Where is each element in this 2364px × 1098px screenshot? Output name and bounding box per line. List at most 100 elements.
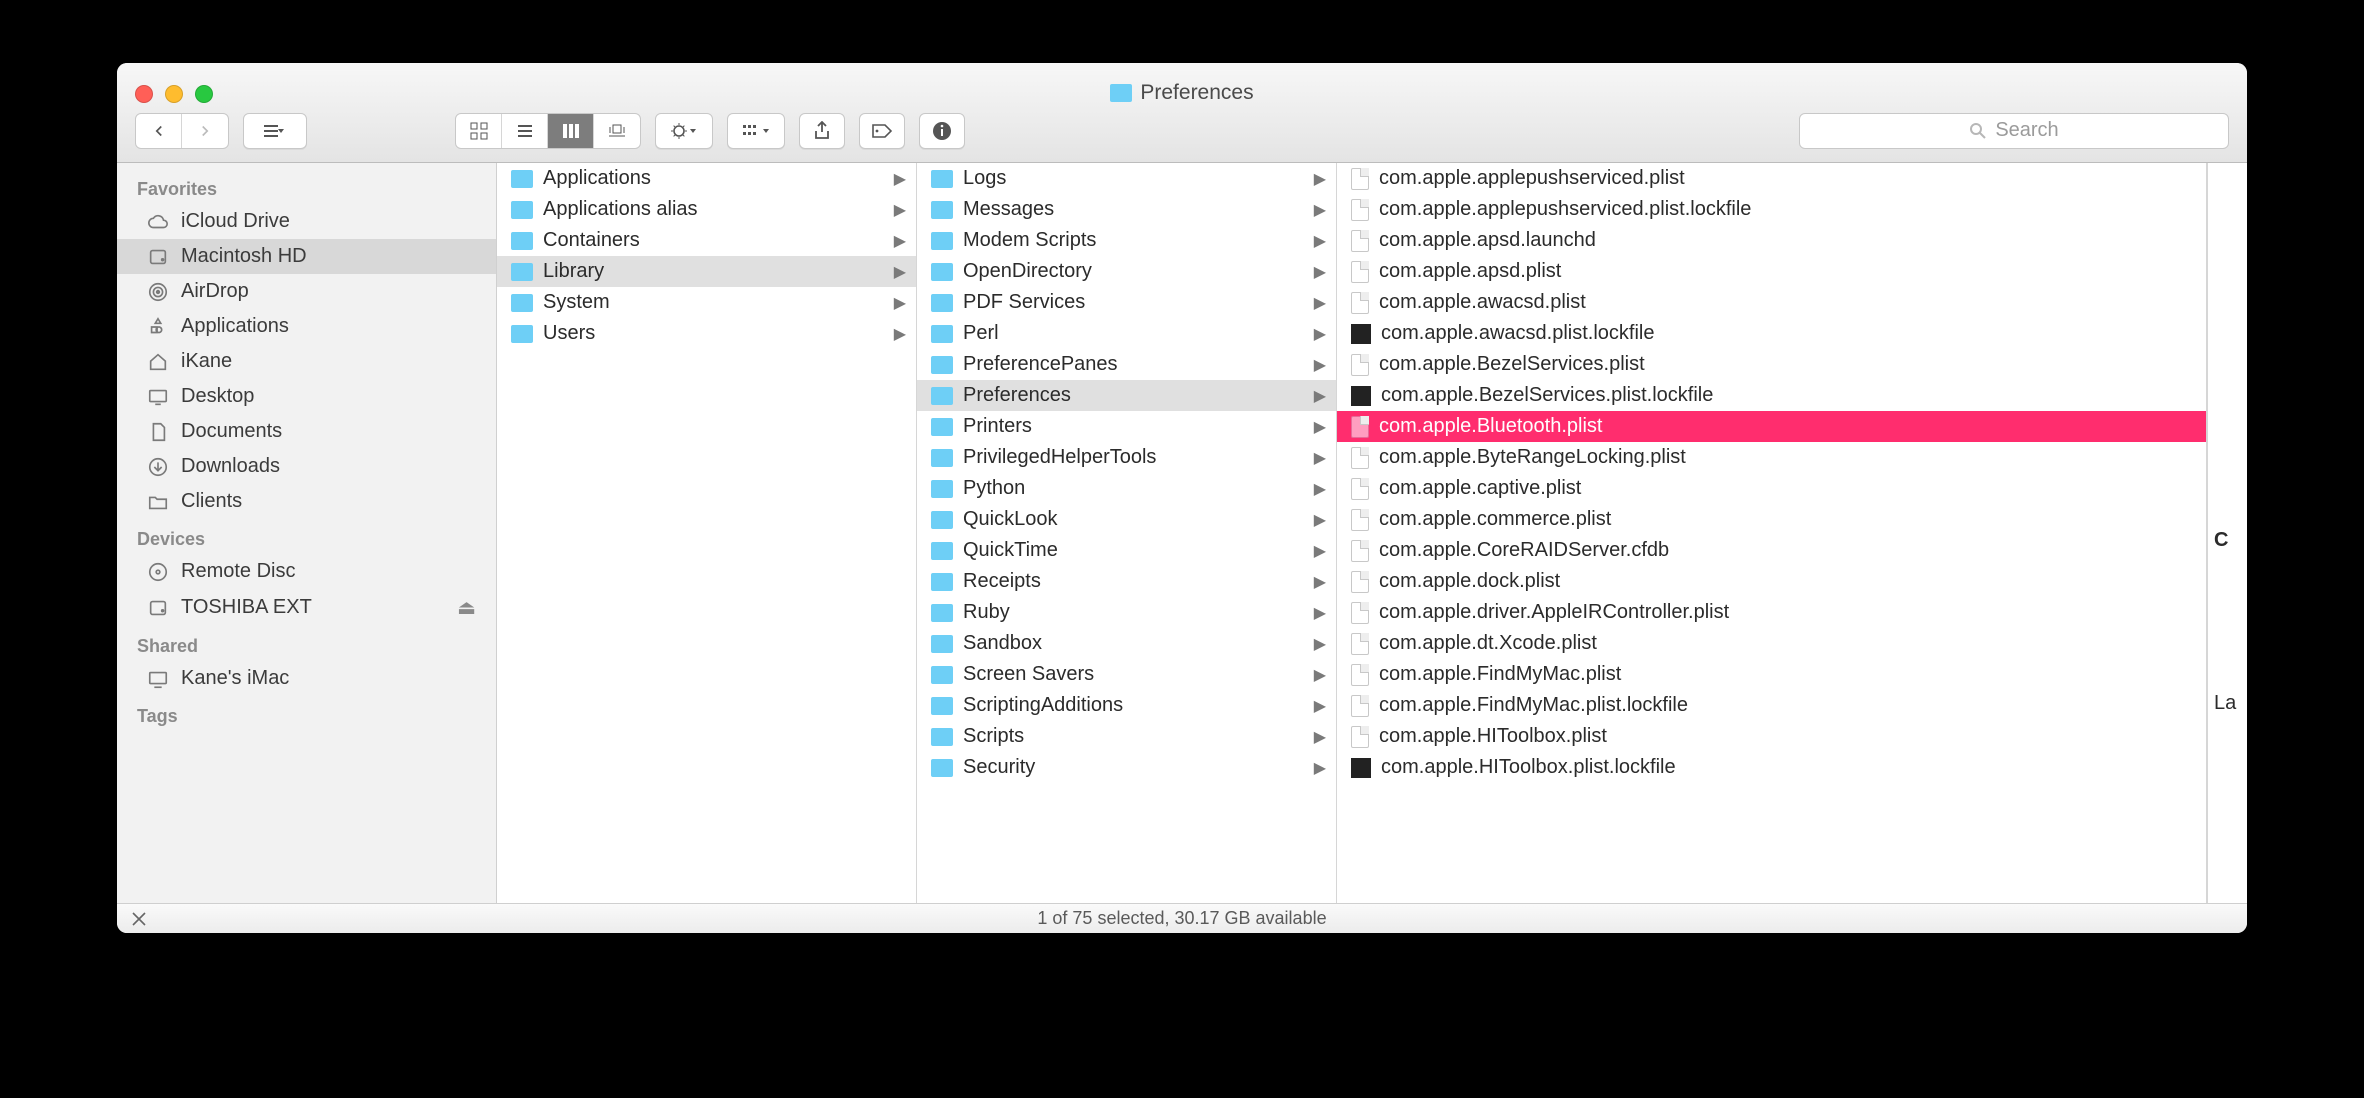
folder-icon xyxy=(931,666,953,684)
sidebar-item[interactable]: TOSHIBA EXT⏏ xyxy=(117,589,496,626)
sidebar-item[interactable]: Documents xyxy=(117,414,496,449)
list-item[interactable]: com.apple.dt.Xcode.plist xyxy=(1337,628,2206,659)
list-item[interactable]: com.apple.awacsd.plist.lockfile xyxy=(1337,318,2206,349)
list-item[interactable]: com.apple.applepushserviced.plist.lockfi… xyxy=(1337,194,2206,225)
close-button[interactable] xyxy=(135,85,153,103)
sidebar-item[interactable]: Clients xyxy=(117,484,496,519)
item-label: Applications alias xyxy=(543,198,698,221)
sidebar-item[interactable]: iKane xyxy=(117,344,496,379)
list-item[interactable]: Perl▶ xyxy=(917,318,1336,349)
list-item[interactable]: Screen Savers ▶ xyxy=(917,659,1336,690)
list-item[interactable]: com.apple.commerce.plist xyxy=(1337,504,2206,535)
folder-icon xyxy=(511,294,533,312)
list-item[interactable]: com.apple.BezelServices.plist.lockfile xyxy=(1337,380,2206,411)
list-item[interactable]: Library▶ xyxy=(497,256,916,287)
list-item[interactable]: Security▶ xyxy=(917,752,1336,783)
list-item[interactable]: com.apple.captive.plist xyxy=(1337,473,2206,504)
list-item[interactable]: Receipts▶ xyxy=(917,566,1336,597)
list-item[interactable]: com.apple.apsd.plist xyxy=(1337,256,2206,287)
list-item[interactable]: com.apple.BezelServices.plist xyxy=(1337,349,2206,380)
sidebar-item[interactable]: AirDrop xyxy=(117,274,496,309)
item-label: Ruby xyxy=(963,601,1010,624)
group-menu[interactable] xyxy=(727,113,785,149)
document-icon xyxy=(1351,664,1369,686)
list-item[interactable]: ScriptingAdditions▶ xyxy=(917,690,1336,721)
list-item[interactable]: Containers▶ xyxy=(497,225,916,256)
column-2[interactable]: Logs▶Messages▶Modem Scripts▶OpenDirector… xyxy=(917,163,1337,903)
list-item[interactable]: com.apple.awacsd.plist xyxy=(1337,287,2206,318)
list-item[interactable]: com.apple.FindMyMac.plist xyxy=(1337,659,2206,690)
view-icon-button[interactable] xyxy=(456,114,502,148)
item-label: com.apple.FindMyMac.plist.lockfile xyxy=(1379,694,1688,717)
chevron-right-icon: ▶ xyxy=(1314,603,1326,623)
chevron-right-icon: ▶ xyxy=(1314,231,1326,251)
sidebar-item-label: iKane xyxy=(181,350,232,373)
column-1[interactable]: Applications▶Applications alias▶Containe… xyxy=(497,163,917,903)
list-item[interactable]: com.apple.CoreRAIDServer.cfdb xyxy=(1337,535,2206,566)
document-icon xyxy=(1351,199,1369,221)
share-button[interactable] xyxy=(799,113,845,149)
list-item[interactable]: PreferencePanes▶ xyxy=(917,349,1336,380)
list-item[interactable]: Messages▶ xyxy=(917,194,1336,225)
search-field[interactable]: Search xyxy=(1799,113,2229,149)
sidebar-item[interactable]: Applications xyxy=(117,309,496,344)
action-menu[interactable] xyxy=(655,113,713,149)
view-column-button[interactable] xyxy=(548,114,594,148)
list-item[interactable]: com.apple.apsd.launchd xyxy=(1337,225,2206,256)
eject-icon[interactable]: ⏏ xyxy=(457,595,476,620)
sidebar-item[interactable]: Desktop xyxy=(117,379,496,414)
list-item[interactable]: OpenDirectory▶ xyxy=(917,256,1336,287)
list-item[interactable]: com.apple.Bluetooth.plist xyxy=(1337,411,2206,442)
chevron-right-icon: ▶ xyxy=(1314,665,1326,685)
view-coverflow-button[interactable] xyxy=(594,114,640,148)
sidebar-item[interactable]: Remote Disc xyxy=(117,554,496,589)
minimize-button[interactable] xyxy=(165,85,183,103)
home-icon xyxy=(147,351,169,373)
column-3[interactable]: com.apple.applepushserviced.plistcom.app… xyxy=(1337,163,2207,903)
item-label: Screen Savers xyxy=(963,663,1094,686)
list-item[interactable]: PDF Services▶ xyxy=(917,287,1336,318)
path-icon[interactable] xyxy=(131,911,147,927)
list-item[interactable]: com.apple.HIToolbox.plist xyxy=(1337,721,2206,752)
list-item[interactable]: System▶ xyxy=(497,287,916,318)
folder-icon xyxy=(1110,84,1132,102)
view-list-button[interactable] xyxy=(502,114,548,148)
sidebar-item[interactable]: Macintosh HD xyxy=(117,239,496,274)
folder-icon xyxy=(147,491,169,513)
sidebar[interactable]: FavoritesiCloud DriveMacintosh HDAirDrop… xyxy=(117,163,497,903)
list-item[interactable]: Applications alias▶ xyxy=(497,194,916,225)
list-item[interactable]: com.apple.driver.AppleIRController.plist xyxy=(1337,597,2206,628)
item-label: com.apple.HIToolbox.plist xyxy=(1379,725,1607,748)
sidebar-item[interactable]: Kane's iMac xyxy=(117,661,496,696)
list-item[interactable]: QuickLook▶ xyxy=(917,504,1336,535)
list-item[interactable]: Preferences▶ xyxy=(917,380,1336,411)
tags-button[interactable] xyxy=(859,113,905,149)
list-item[interactable]: Applications▶ xyxy=(497,163,916,194)
forward-button[interactable] xyxy=(182,114,228,148)
folder-icon xyxy=(931,697,953,715)
list-item[interactable]: com.apple.FindMyMac.plist.lockfile xyxy=(1337,690,2206,721)
sidebar-item[interactable]: Downloads xyxy=(117,449,496,484)
list-item[interactable]: PrivilegedHelperTools▶ xyxy=(917,442,1336,473)
list-item[interactable]: com.apple.ByteRangeLocking.plist xyxy=(1337,442,2206,473)
document-icon xyxy=(1351,509,1369,531)
zoom-button[interactable] xyxy=(195,85,213,103)
list-item[interactable]: Modem Scripts▶ xyxy=(917,225,1336,256)
list-item[interactable]: Printers▶ xyxy=(917,411,1336,442)
list-item[interactable]: Python▶ xyxy=(917,473,1336,504)
folder-icon xyxy=(931,325,953,343)
info-button[interactable] xyxy=(919,113,965,149)
sidebar-item[interactable]: iCloud Drive xyxy=(117,204,496,239)
list-item[interactable]: Scripts▶ xyxy=(917,721,1336,752)
arrange-menu[interactable] xyxy=(243,113,307,149)
list-item[interactable]: com.apple.dock.plist xyxy=(1337,566,2206,597)
list-item[interactable]: Users▶ xyxy=(497,318,916,349)
list-item[interactable]: Sandbox▶ xyxy=(917,628,1336,659)
list-item[interactable]: com.apple.applepushserviced.plist xyxy=(1337,163,2206,194)
list-item[interactable]: QuickTime▶ xyxy=(917,535,1336,566)
sidebar-item-label: Downloads xyxy=(181,455,280,478)
list-item[interactable]: com.apple.HIToolbox.plist.lockfile xyxy=(1337,752,2206,783)
back-button[interactable] xyxy=(136,114,182,148)
list-item[interactable]: Logs▶ xyxy=(917,163,1336,194)
list-item[interactable]: Ruby ▶ xyxy=(917,597,1336,628)
